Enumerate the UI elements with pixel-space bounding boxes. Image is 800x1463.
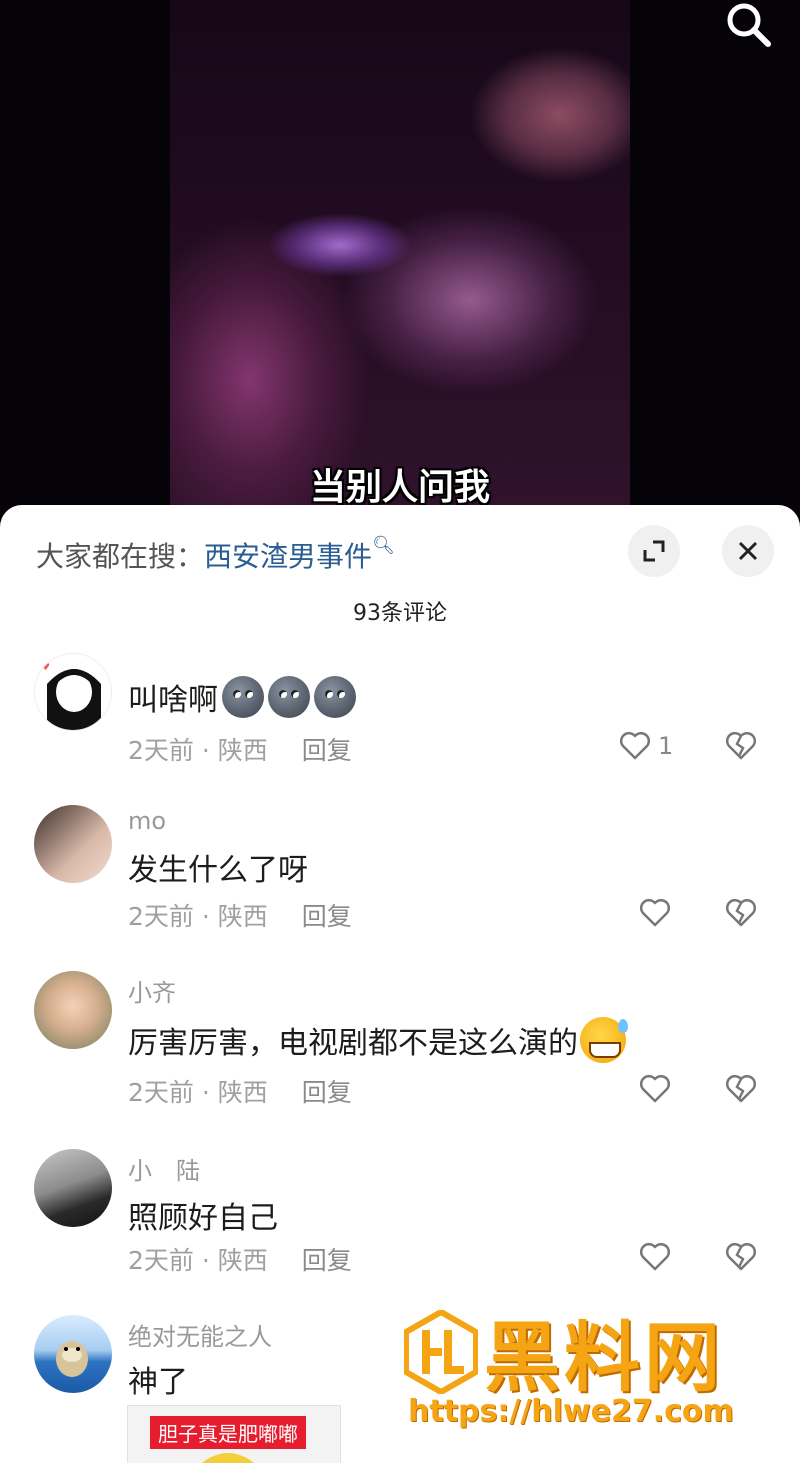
comment-username[interactable]: 小齐	[128, 973, 176, 1008]
heart-icon	[619, 731, 651, 760]
sticker-image[interactable]: 胆子真是肥嘟嘟	[127, 1405, 341, 1463]
comment-text: 厉害厉害，电视剧都不是这么演的	[128, 1017, 628, 1063]
broken-heart-icon[interactable]	[724, 729, 758, 763]
comment-username[interactable]: 小 陆	[128, 1151, 200, 1186]
search-icon[interactable]: 🔍︎	[372, 535, 395, 556]
comment-text: 发生什么了呀	[128, 853, 308, 888]
video-player[interactable]: 当别人问我	[0, 0, 800, 520]
broken-heart-icon[interactable]	[724, 1072, 758, 1106]
comment-meta: 2天前 · 陕西 回复	[128, 902, 352, 931]
video-frame	[170, 0, 630, 520]
reply-button[interactable]: 回复	[302, 902, 352, 931]
like-button[interactable]	[638, 1240, 672, 1274]
comment-meta: 2天前 · 陕西 回复	[128, 1246, 352, 1275]
comment-meta: 2天前 · 陕西 回复	[128, 736, 352, 765]
comment-text: 叫啥啊	[128, 675, 356, 719]
comment-text: 神了	[128, 1365, 188, 1400]
avatar[interactable]: ♥	[34, 653, 112, 731]
like-count: 1	[658, 732, 674, 760]
broken-heart-icon[interactable]	[724, 896, 758, 930]
like-button[interactable]: 1	[618, 729, 673, 763]
comment-username[interactable]: mo	[128, 807, 166, 835]
watermark-title: 黑料网	[484, 1313, 724, 1402]
hot-search-bar: 大家都在搜：西安渣男事件🔍︎	[36, 535, 395, 575]
grinning-sweat-emoji	[580, 1017, 628, 1063]
watermark-logo-icon	[404, 1310, 478, 1394]
broken-heart-icon[interactable]	[724, 1240, 758, 1274]
like-button[interactable]	[638, 1072, 672, 1106]
heart-icon	[639, 1242, 671, 1271]
close-button[interactable]	[722, 525, 774, 577]
search-icon[interactable]	[722, 0, 774, 48]
comment-item: ♥ 叫啥啊 2天前 · 陕西 回复 1	[0, 645, 800, 805]
moon-face-emoji	[222, 676, 264, 718]
avatar[interactable]	[34, 971, 112, 1049]
reply-button[interactable]: 回复	[302, 1246, 352, 1275]
close-icon	[738, 541, 758, 561]
heart-icon	[639, 1074, 671, 1103]
moon-face-emoji	[314, 676, 356, 718]
comment-meta: 2天前 · 陕西 回复	[128, 1078, 352, 1107]
avatar[interactable]	[34, 1149, 112, 1227]
video-subtitle: 当别人问我	[309, 467, 490, 508]
expand-button[interactable]	[628, 525, 680, 577]
comment-item: 小 陆 照顾好自己 2天前 · 陕西 回复	[0, 1149, 800, 1309]
comment-count: 93条评论	[353, 601, 447, 626]
comment-text: 照顾好自己	[128, 1201, 278, 1236]
svg-text:♥: ♥	[41, 662, 50, 673]
hot-search-term[interactable]: 西安渣男事件	[204, 540, 372, 573]
reply-button[interactable]: 回复	[302, 1078, 352, 1107]
avatar[interactable]	[34, 805, 112, 883]
like-button[interactable]	[638, 896, 672, 930]
avatar[interactable]	[34, 1315, 112, 1393]
reply-button[interactable]: 回复	[302, 736, 352, 765]
comment-item: 小齐 厉害厉害，电视剧都不是这么演的 2天前 · 陕西 回复	[0, 971, 800, 1131]
watermark-url: https://hlwe27.com	[408, 1394, 734, 1429]
heart-icon	[639, 898, 671, 927]
comment-item: mo 发生什么了呀 2天前 · 陕西 回复	[0, 805, 800, 965]
moon-face-emoji	[268, 676, 310, 718]
expand-icon	[643, 540, 665, 562]
comment-username[interactable]: 绝对无能之人	[128, 1317, 272, 1352]
hot-search-label: 大家都在搜：	[36, 540, 205, 573]
